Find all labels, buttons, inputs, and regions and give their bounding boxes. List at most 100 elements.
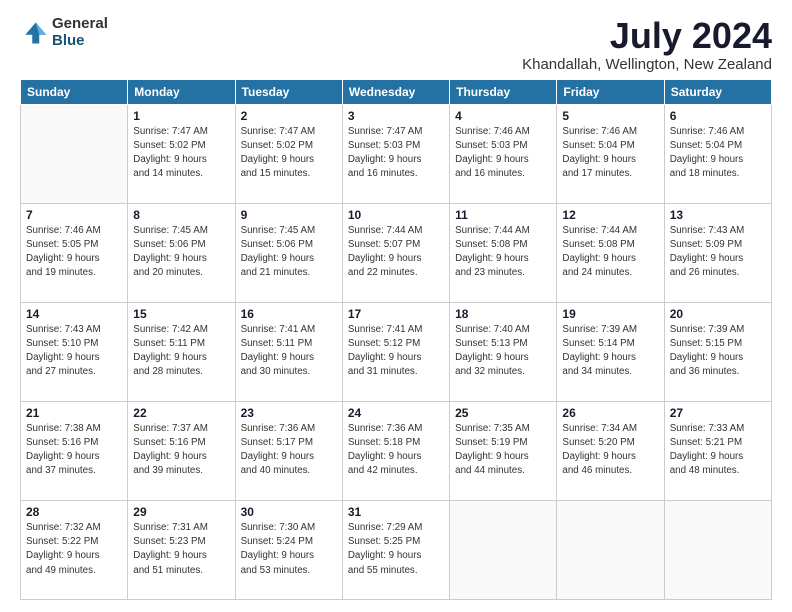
day-number: 13 (670, 208, 766, 222)
title-block: July 2024 Khandallah, Wellington, New Ze… (522, 16, 772, 73)
day-info: Sunrise: 7:29 AM Sunset: 5:25 PM Dayligh… (348, 521, 444, 578)
day-number: 14 (26, 307, 122, 321)
day-number: 28 (26, 505, 122, 519)
day-info: Sunrise: 7:35 AM Sunset: 5:19 PM Dayligh… (455, 422, 551, 479)
day-number: 5 (562, 109, 658, 123)
day-number: 10 (348, 208, 444, 222)
calendar-page: General Blue July 2024 Khandallah, Welli… (0, 0, 792, 612)
day-number: 11 (455, 208, 551, 222)
day-info: Sunrise: 7:47 AM Sunset: 5:02 PM Dayligh… (241, 125, 337, 182)
day-number: 12 (562, 208, 658, 222)
day-info: Sunrise: 7:44 AM Sunset: 5:07 PM Dayligh… (348, 224, 444, 281)
col-monday: Monday (128, 79, 235, 104)
day-info: Sunrise: 7:36 AM Sunset: 5:17 PM Dayligh… (241, 422, 337, 479)
day-info: Sunrise: 7:46 AM Sunset: 5:05 PM Dayligh… (26, 224, 122, 281)
day-number: 18 (455, 307, 551, 321)
col-tuesday: Tuesday (235, 79, 342, 104)
day-number: 26 (562, 406, 658, 420)
day-info: Sunrise: 7:37 AM Sunset: 5:16 PM Dayligh… (133, 422, 229, 479)
day-info: Sunrise: 7:40 AM Sunset: 5:13 PM Dayligh… (455, 323, 551, 380)
table-row (450, 500, 557, 599)
day-info: Sunrise: 7:43 AM Sunset: 5:09 PM Dayligh… (670, 224, 766, 281)
calendar-week-row: 1 Sunrise: 7:47 AM Sunset: 5:02 PM Daylig… (21, 104, 772, 203)
day-number: 17 (348, 307, 444, 321)
table-row: 31 Sunrise: 7:29 AM Sunset: 5:25 PM Dayli… (342, 500, 449, 599)
day-info: Sunrise: 7:42 AM Sunset: 5:11 PM Dayligh… (133, 323, 229, 380)
col-saturday: Saturday (664, 79, 771, 104)
day-number: 29 (133, 505, 229, 519)
table-row: 20Sunrise: 7:39 AM Sunset: 5:15 PM Dayli… (664, 302, 771, 401)
day-number: 6 (670, 109, 766, 123)
day-info: Sunrise: 7:46 AM Sunset: 5:04 PM Dayligh… (562, 125, 658, 182)
day-number: 9 (241, 208, 337, 222)
day-info: Sunrise: 7:43 AM Sunset: 5:10 PM Dayligh… (26, 323, 122, 380)
table-row: 6 Sunrise: 7:46 AM Sunset: 5:04 PM Daylig… (664, 104, 771, 203)
calendar-week-row: 14 Sunrise: 7:43 AM Sunset: 5:10 PM Dayli… (21, 302, 772, 401)
day-info: Sunrise: 7:38 AM Sunset: 5:16 PM Dayligh… (26, 422, 122, 479)
day-number: 19 (562, 307, 658, 321)
col-wednesday: Wednesday (342, 79, 449, 104)
table-row: 25 Sunrise: 7:35 AM Sunset: 5:19 PM Dayli… (450, 401, 557, 500)
table-row: 5 Sunrise: 7:46 AM Sunset: 5:04 PM Daylig… (557, 104, 664, 203)
logo: General Blue (20, 16, 108, 49)
day-number: 8 (133, 208, 229, 222)
col-thursday: Thursday (450, 79, 557, 104)
day-info: Sunrise: 7:47 AM Sunset: 5:03 PM Dayligh… (348, 125, 444, 182)
table-row: 21 Sunrise: 7:38 AM Sunset: 5:16 PM Dayli… (21, 401, 128, 500)
table-row: 29 Sunrise: 7:31 AM Sunset: 5:23 PM Dayli… (128, 500, 235, 599)
table-row: 28 Sunrise: 7:32 AM Sunset: 5:22 PM Dayli… (21, 500, 128, 599)
table-row: 19 Sunrise: 7:39 AM Sunset: 5:14 PM Dayli… (557, 302, 664, 401)
table-row: 16 Sunrise: 7:41 AM Sunset: 5:11 PM Dayli… (235, 302, 342, 401)
table-row: 18 Sunrise: 7:40 AM Sunset: 5:13 PM Dayli… (450, 302, 557, 401)
day-number: 30 (241, 505, 337, 519)
page-header: General Blue July 2024 Khandallah, Welli… (20, 16, 772, 73)
main-title: July 2024 (522, 16, 772, 56)
day-info: Sunrise: 7:32 AM Sunset: 5:22 PM Dayligh… (26, 521, 122, 578)
logo-icon (20, 19, 48, 47)
day-number: 2 (241, 109, 337, 123)
calendar-week-row: 7Sunrise: 7:46 AM Sunset: 5:05 PM Daylig… (21, 203, 772, 302)
table-row (21, 104, 128, 203)
calendar-table: Sunday Monday Tuesday Wednesday Thursday… (20, 79, 772, 600)
table-row: 3Sunrise: 7:47 AM Sunset: 5:03 PM Daylig… (342, 104, 449, 203)
day-info: Sunrise: 7:30 AM Sunset: 5:24 PM Dayligh… (241, 521, 337, 578)
day-info: Sunrise: 7:46 AM Sunset: 5:03 PM Dayligh… (455, 125, 551, 182)
subtitle: Khandallah, Wellington, New Zealand (522, 56, 772, 73)
table-row: 13 Sunrise: 7:43 AM Sunset: 5:09 PM Dayli… (664, 203, 771, 302)
day-info: Sunrise: 7:34 AM Sunset: 5:20 PM Dayligh… (562, 422, 658, 479)
day-number: 25 (455, 406, 551, 420)
day-number: 1 (133, 109, 229, 123)
day-number: 15 (133, 307, 229, 321)
logo-general: General (52, 16, 108, 33)
table-row: 8Sunrise: 7:45 AM Sunset: 5:06 PM Daylig… (128, 203, 235, 302)
table-row: 26 Sunrise: 7:34 AM Sunset: 5:20 PM Dayli… (557, 401, 664, 500)
day-number: 16 (241, 307, 337, 321)
table-row: 17 Sunrise: 7:41 AM Sunset: 5:12 PM Dayli… (342, 302, 449, 401)
day-info: Sunrise: 7:47 AM Sunset: 5:02 PM Dayligh… (133, 125, 229, 182)
day-info: Sunrise: 7:33 AM Sunset: 5:21 PM Dayligh… (670, 422, 766, 479)
table-row: 27Sunrise: 7:33 AM Sunset: 5:21 PM Dayli… (664, 401, 771, 500)
table-row: 2 Sunrise: 7:47 AM Sunset: 5:02 PM Daylig… (235, 104, 342, 203)
table-row (664, 500, 771, 599)
table-row: 30 Sunrise: 7:30 AM Sunset: 5:24 PM Dayli… (235, 500, 342, 599)
day-number: 23 (241, 406, 337, 420)
col-friday: Friday (557, 79, 664, 104)
day-info: Sunrise: 7:46 AM Sunset: 5:04 PM Dayligh… (670, 125, 766, 182)
day-number: 4 (455, 109, 551, 123)
day-info: Sunrise: 7:31 AM Sunset: 5:23 PM Dayligh… (133, 521, 229, 578)
day-number: 22 (133, 406, 229, 420)
table-row: 10 Sunrise: 7:44 AM Sunset: 5:07 PM Dayli… (342, 203, 449, 302)
day-info: Sunrise: 7:44 AM Sunset: 5:08 PM Dayligh… (455, 224, 551, 281)
day-number: 31 (348, 505, 444, 519)
day-info: Sunrise: 7:41 AM Sunset: 5:11 PM Dayligh… (241, 323, 337, 380)
calendar-header-row: Sunday Monday Tuesday Wednesday Thursday… (21, 79, 772, 104)
table-row: 7Sunrise: 7:46 AM Sunset: 5:05 PM Daylig… (21, 203, 128, 302)
day-info: Sunrise: 7:41 AM Sunset: 5:12 PM Dayligh… (348, 323, 444, 380)
day-info: Sunrise: 7:39 AM Sunset: 5:15 PM Dayligh… (670, 323, 766, 380)
calendar-week-row: 21 Sunrise: 7:38 AM Sunset: 5:16 PM Dayli… (21, 401, 772, 500)
table-row: 24Sunrise: 7:36 AM Sunset: 5:18 PM Dayli… (342, 401, 449, 500)
table-row: 1 Sunrise: 7:47 AM Sunset: 5:02 PM Daylig… (128, 104, 235, 203)
day-number: 21 (26, 406, 122, 420)
day-info: Sunrise: 7:39 AM Sunset: 5:14 PM Dayligh… (562, 323, 658, 380)
table-row: 15 Sunrise: 7:42 AM Sunset: 5:11 PM Dayli… (128, 302, 235, 401)
